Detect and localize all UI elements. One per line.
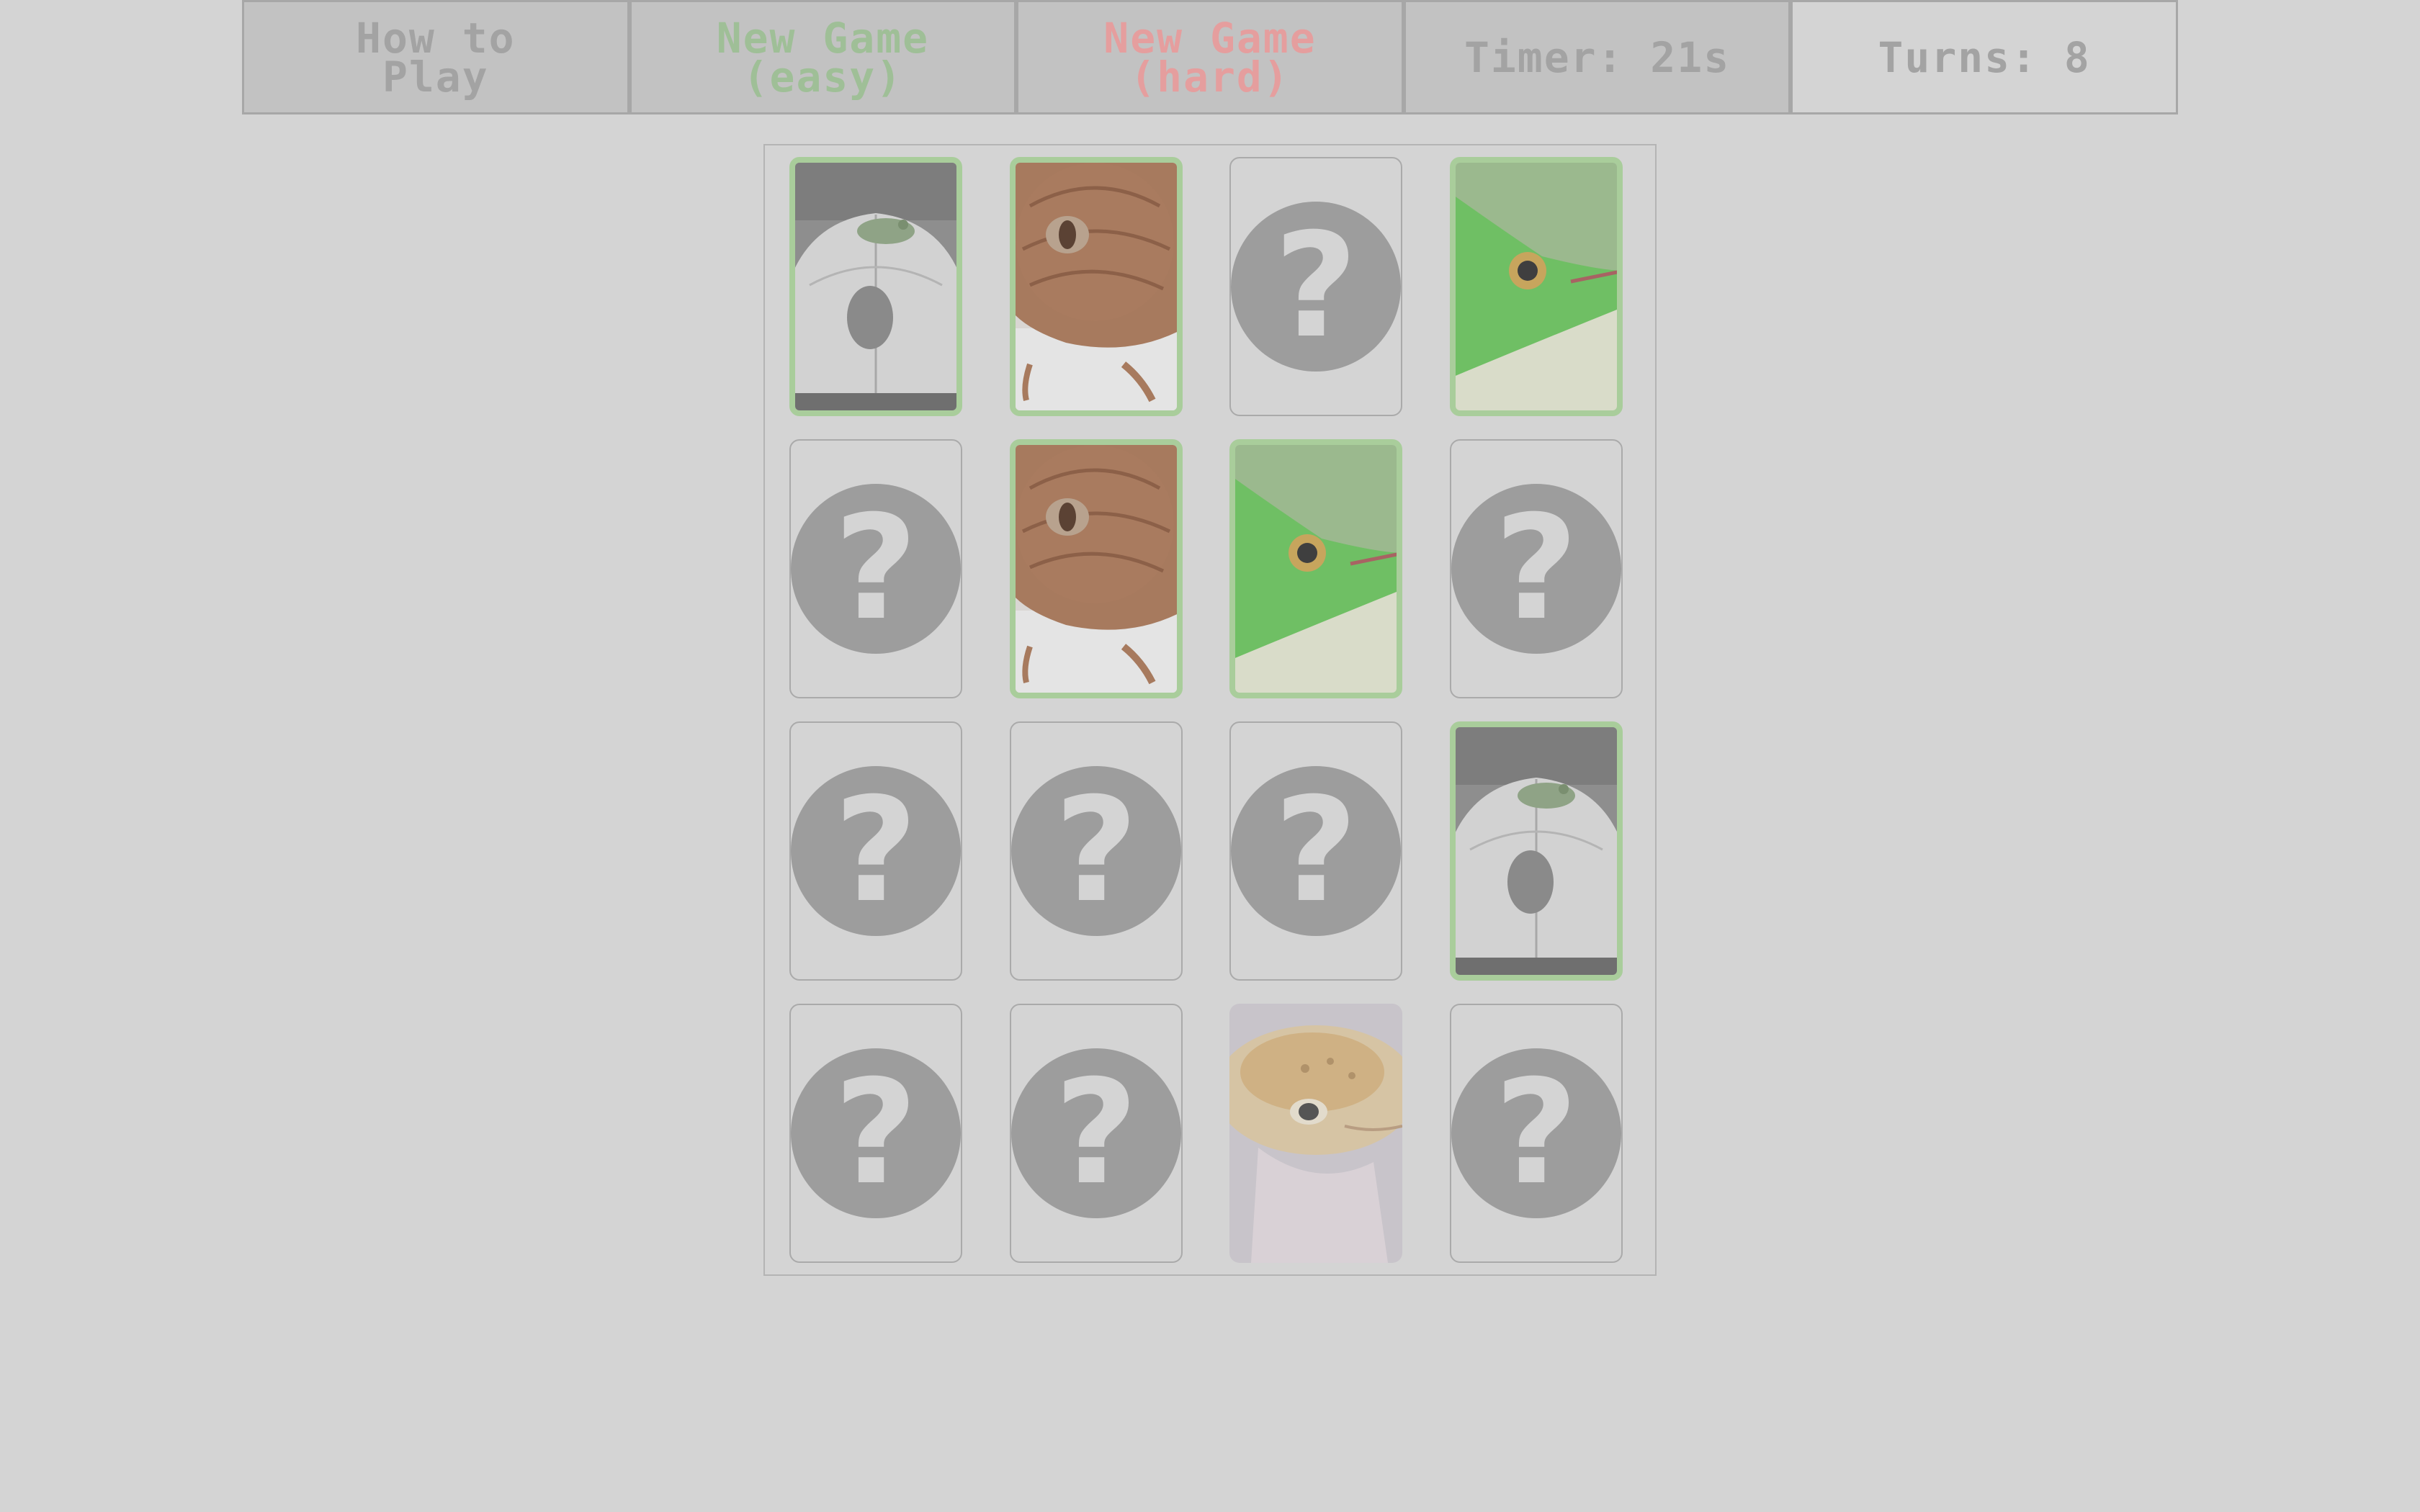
memory-card[interactable]: ? bbox=[789, 1004, 962, 1263]
question-mark-icon: ? bbox=[1451, 484, 1621, 654]
question-mark-icon: ? bbox=[1011, 766, 1181, 936]
memory-card[interactable]: ? bbox=[1229, 157, 1402, 416]
question-mark-icon: ? bbox=[1011, 1048, 1181, 1218]
memory-card[interactable] bbox=[789, 157, 962, 416]
brown-gecko-image bbox=[1016, 445, 1177, 693]
memory-card[interactable]: ? bbox=[1010, 1004, 1183, 1263]
memory-card[interactable]: ? bbox=[789, 721, 962, 981]
question-mark-icon: ? bbox=[791, 484, 961, 654]
question-mark-icon: ? bbox=[1451, 1048, 1621, 1218]
how-to-play-button[interactable]: How to Play bbox=[242, 0, 629, 114]
memory-card[interactable]: ? bbox=[1450, 1004, 1623, 1263]
question-mark-icon: ? bbox=[791, 766, 961, 936]
new-game-easy-button[interactable]: New Game (easy) bbox=[629, 0, 1017, 114]
mouse-frog-image bbox=[1456, 727, 1617, 975]
mouse-frog-image bbox=[795, 163, 956, 410]
memory-card[interactable] bbox=[1450, 157, 1623, 416]
memory-card[interactable] bbox=[1229, 1004, 1402, 1263]
new-game-hard-button[interactable]: New Game (hard) bbox=[1016, 0, 1404, 114]
top-menu-bar: How to Play New Game (easy) New Game (ha… bbox=[242, 0, 2178, 114]
memory-card[interactable] bbox=[1010, 439, 1183, 698]
memory-card[interactable]: ? bbox=[1229, 721, 1402, 981]
memory-card[interactable] bbox=[1450, 721, 1623, 981]
green-gecko-image bbox=[1456, 163, 1617, 410]
brown-gecko-image bbox=[1016, 163, 1177, 410]
memory-card[interactable]: ? bbox=[789, 439, 962, 698]
memory-card[interactable]: ? bbox=[1010, 721, 1183, 981]
leopard-gecko-image bbox=[1229, 1004, 1402, 1263]
turns-counter: Turns: 8 bbox=[1791, 0, 2178, 114]
green-gecko-image bbox=[1235, 445, 1397, 693]
memory-card[interactable] bbox=[1229, 439, 1402, 698]
question-mark-icon: ? bbox=[1231, 766, 1401, 936]
timer-display: Timer: 21s bbox=[1403, 0, 1791, 114]
memory-card[interactable]: ? bbox=[1450, 439, 1623, 698]
memory-card[interactable] bbox=[1010, 157, 1183, 416]
question-mark-icon: ? bbox=[1231, 202, 1401, 372]
game-board: ? ? ???? ?? ? bbox=[763, 144, 1657, 1276]
question-mark-icon: ? bbox=[791, 1048, 961, 1218]
